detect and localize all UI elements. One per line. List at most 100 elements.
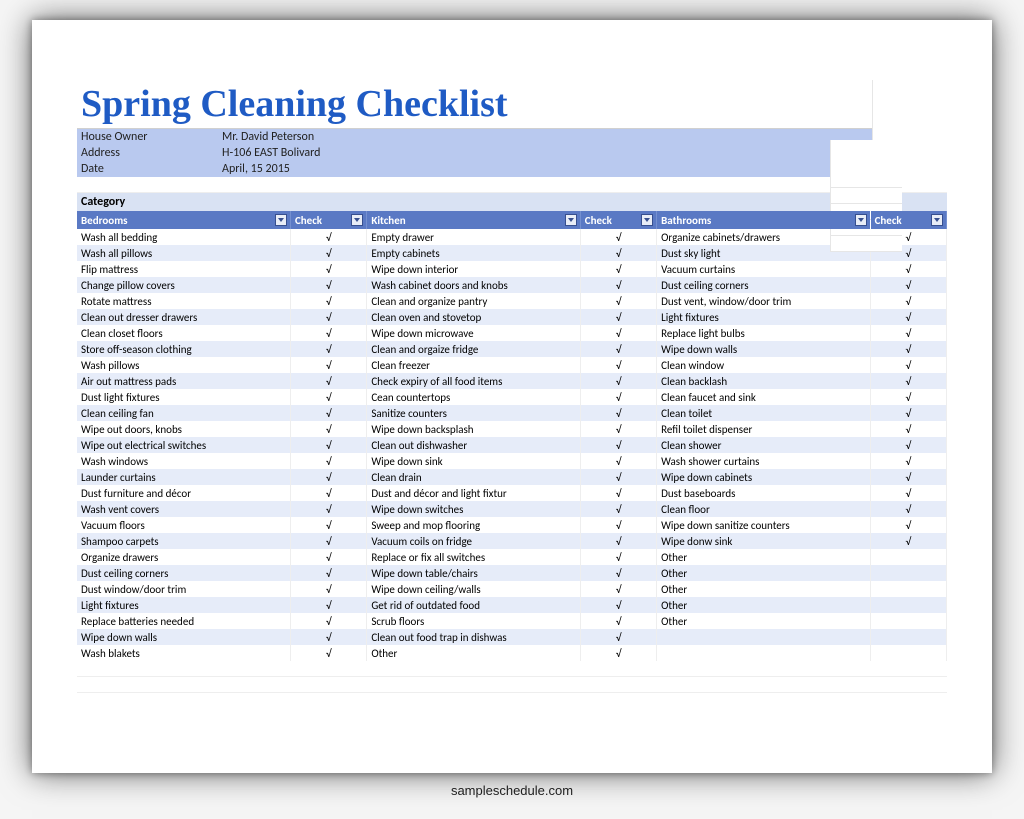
bedroom-check: √ bbox=[290, 453, 366, 469]
kitchen-check: √ bbox=[580, 373, 656, 389]
bathroom-check: √ bbox=[870, 309, 946, 325]
bathroom-check: √ bbox=[870, 469, 946, 485]
filter-icon[interactable] bbox=[565, 214, 577, 226]
bedroom-check: √ bbox=[290, 517, 366, 533]
table-row: Wash pillows√Clean freezer√Clean window√ bbox=[77, 357, 947, 373]
kitchen-check: √ bbox=[580, 533, 656, 549]
bathroom-check: √ bbox=[870, 373, 946, 389]
filter-icon[interactable] bbox=[855, 214, 867, 226]
filter-icon[interactable] bbox=[275, 214, 287, 226]
bedroom-task: Shampoo carpets bbox=[77, 533, 290, 549]
bedroom-check: √ bbox=[290, 389, 366, 405]
table-row: Wipe down walls√Clean out food trap in d… bbox=[77, 629, 947, 645]
bedroom-task: Change pillow covers bbox=[77, 277, 290, 293]
bathroom-check bbox=[870, 597, 946, 613]
table-row: Shampoo carpets√Vacuum coils on fridge√W… bbox=[77, 533, 947, 549]
filter-icon[interactable] bbox=[351, 214, 363, 226]
table-row: Clean ceiling fan√Sanitize counters√Clea… bbox=[77, 405, 947, 421]
bedroom-task: Flip mattress bbox=[77, 261, 290, 277]
col-check2[interactable]: Check bbox=[580, 211, 656, 229]
col-kitchen[interactable]: Kitchen bbox=[367, 211, 580, 229]
bedroom-check: √ bbox=[290, 277, 366, 293]
kitchen-task: Cean countertops bbox=[367, 389, 580, 405]
col-check2-label: Check bbox=[585, 214, 612, 227]
bathroom-task: Other bbox=[657, 565, 870, 581]
bedroom-task: Clean closet floors bbox=[77, 325, 290, 341]
table-row: Clean out dresser drawers√Clean oven and… bbox=[77, 309, 947, 325]
col-bedrooms-label: Bedrooms bbox=[81, 214, 128, 227]
bedroom-task: Light fixtures bbox=[77, 597, 290, 613]
kitchen-task: Vacuum coils on fridge bbox=[367, 533, 580, 549]
kitchen-check: √ bbox=[580, 581, 656, 597]
table-row: Wash windows√Wipe down sink√Wash shower … bbox=[77, 453, 947, 469]
bedroom-check: √ bbox=[290, 469, 366, 485]
kitchen-task: Clean and orgaize fridge bbox=[367, 341, 580, 357]
spacer bbox=[77, 177, 947, 193]
table-row: Dust light fixtures√Cean countertops√Cle… bbox=[77, 389, 947, 405]
col-check1[interactable]: Check bbox=[290, 211, 366, 229]
bathroom-task: Clean backlash bbox=[657, 373, 870, 389]
bathroom-check bbox=[870, 629, 946, 645]
spacer bbox=[77, 661, 947, 677]
right-gutter bbox=[830, 140, 902, 252]
kitchen-task: Get rid of outdated food bbox=[367, 597, 580, 613]
bedroom-task: Dust furniture and décor bbox=[77, 485, 290, 501]
kitchen-task: Clean drain bbox=[367, 469, 580, 485]
bedroom-task: Wash all pillows bbox=[77, 245, 290, 261]
col-check3[interactable]: Check bbox=[870, 211, 946, 229]
kitchen-task: Wash cabinet doors and knobs bbox=[367, 277, 580, 293]
kitchen-check: √ bbox=[580, 485, 656, 501]
kitchen-task: Empty drawer bbox=[367, 229, 580, 245]
bathroom-check: √ bbox=[870, 405, 946, 421]
filter-icon[interactable] bbox=[641, 214, 653, 226]
bedroom-check: √ bbox=[290, 437, 366, 453]
kitchen-check: √ bbox=[580, 357, 656, 373]
bedroom-check: √ bbox=[290, 501, 366, 517]
bathroom-check: √ bbox=[870, 389, 946, 405]
document-title: Spring Cleaning Checklist bbox=[77, 80, 872, 129]
kitchen-task: Dust and décor and light fixtur bbox=[367, 485, 580, 501]
bathroom-task bbox=[657, 645, 870, 661]
kitchen-task: Sweep and mop flooring bbox=[367, 517, 580, 533]
table-row: Change pillow covers√Wash cabinet doors … bbox=[77, 277, 947, 293]
bathroom-task: Wipe down walls bbox=[657, 341, 870, 357]
kitchen-check: √ bbox=[580, 341, 656, 357]
kitchen-check: √ bbox=[580, 309, 656, 325]
bathroom-check: √ bbox=[870, 517, 946, 533]
bedroom-task: Dust light fixtures bbox=[77, 389, 290, 405]
kitchen-check: √ bbox=[580, 229, 656, 245]
bathroom-check bbox=[870, 645, 946, 661]
kitchen-check: √ bbox=[580, 405, 656, 421]
kitchen-task: Empty cabinets bbox=[367, 245, 580, 261]
bedroom-check: √ bbox=[290, 533, 366, 549]
bathroom-task: Wipe donw sink bbox=[657, 533, 870, 549]
kitchen-task: Wipe down table/chairs bbox=[367, 565, 580, 581]
col-bathrooms[interactable]: Bathrooms bbox=[657, 211, 870, 229]
owner-value: Mr. David Peterson bbox=[222, 130, 872, 144]
bedroom-task: Replace batteries needed bbox=[77, 613, 290, 629]
bedroom-check: √ bbox=[290, 565, 366, 581]
address-label: Address bbox=[77, 146, 222, 160]
filter-icon[interactable] bbox=[931, 214, 943, 226]
kitchen-check: √ bbox=[580, 437, 656, 453]
bathroom-check: √ bbox=[870, 453, 946, 469]
bedroom-task: Wash blakets bbox=[77, 645, 290, 661]
owner-label: House Owner bbox=[77, 130, 222, 144]
bathroom-task: Clean faucet and sink bbox=[657, 389, 870, 405]
kitchen-task: Replace or fix all switches bbox=[367, 549, 580, 565]
table-row: Dust window/door trim√Wipe down ceiling/… bbox=[77, 581, 947, 597]
bathroom-task: Clean floor bbox=[657, 501, 870, 517]
bathroom-check: √ bbox=[870, 293, 946, 309]
kitchen-task: Wipe down switches bbox=[367, 501, 580, 517]
bedroom-task: Dust window/door trim bbox=[77, 581, 290, 597]
bedroom-check: √ bbox=[290, 581, 366, 597]
kitchen-task: Wipe down microwave bbox=[367, 325, 580, 341]
date-label: Date bbox=[77, 162, 222, 176]
kitchen-task: Wipe down sink bbox=[367, 453, 580, 469]
bedroom-task: Wash vent covers bbox=[77, 501, 290, 517]
kitchen-check: √ bbox=[580, 501, 656, 517]
kitchen-check: √ bbox=[580, 565, 656, 581]
table-row: Organize drawers√Replace or fix all swit… bbox=[77, 549, 947, 565]
col-bedrooms[interactable]: Bedrooms bbox=[77, 211, 290, 229]
kitchen-check: √ bbox=[580, 453, 656, 469]
